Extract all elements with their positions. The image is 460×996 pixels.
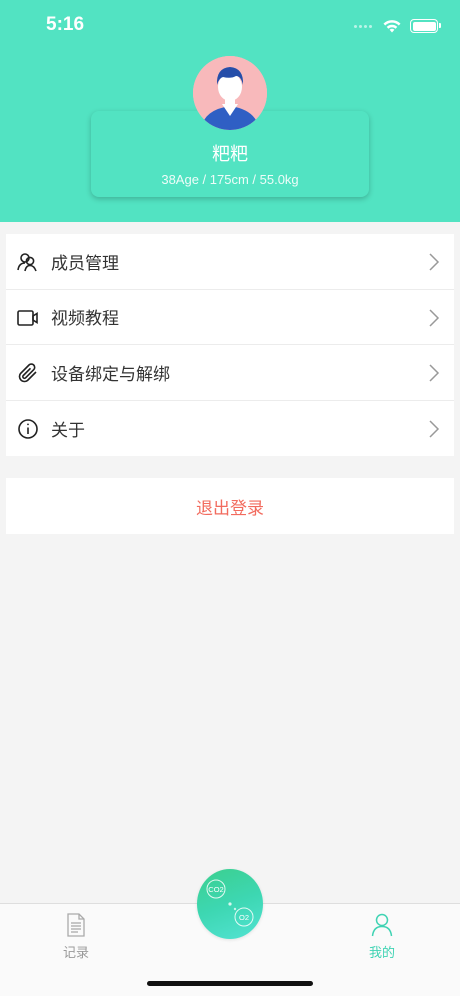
logout-button[interactable]: 退出登录 (6, 478, 454, 534)
avatar[interactable] (193, 56, 267, 130)
menu-label-video-tutorial: 视频教程 (51, 309, 119, 330)
members-icon (17, 253, 37, 272)
menu-item-about[interactable]: 关于 (6, 401, 454, 457)
document-icon (67, 913, 85, 937)
settings-menu: 成员管理 视频教程 设备绑定与解绑 关于 (6, 234, 454, 456)
chevron-right-icon (429, 308, 440, 327)
menu-item-member-management[interactable]: 成员管理 (6, 234, 454, 290)
co2-label: CO2 (208, 885, 223, 894)
profile-header: 5:16 粑粑 38Age / 175cm / 55.0kg (0, 0, 460, 222)
tab-mine-label: 我的 (368, 946, 395, 961)
tab-records[interactable]: 记录 (46, 912, 106, 961)
menu-label-about: 关于 (51, 420, 85, 441)
tab-mine[interactable]: 我的 (352, 912, 412, 961)
co2-o2-icon: CO2 O2 (206, 879, 254, 927)
profile-stats: 38Age / 175cm / 55.0kg (161, 172, 299, 187)
center-measure-button[interactable]: CO2 O2 (197, 869, 263, 939)
menu-label-device-binding: 设备绑定与解绑 (51, 364, 170, 385)
menu-item-video-tutorial[interactable]: 视频教程 (6, 290, 454, 345)
person-icon (371, 913, 393, 937)
chevron-right-icon (429, 419, 440, 438)
home-indicator (147, 981, 313, 986)
o2-label: O2 (239, 913, 249, 922)
battery-icon (410, 19, 441, 33)
menu-item-device-binding[interactable]: 设备绑定与解绑 (6, 345, 454, 401)
status-time: 5:16 (46, 14, 85, 35)
signal-icon (354, 24, 372, 28)
info-icon (18, 418, 38, 439)
chevron-right-icon (429, 364, 440, 382)
paperclip-icon (18, 363, 37, 383)
avatar-person-icon (193, 56, 267, 130)
status-bar: 5:16 (0, 0, 460, 50)
chevron-right-icon (429, 253, 440, 271)
tab-records-label: 记录 (62, 946, 89, 961)
video-icon (17, 309, 38, 326)
wifi-icon (383, 20, 401, 33)
menu-label-member-management: 成员管理 (51, 253, 119, 274)
profile-name: 粑粑 (212, 144, 248, 165)
status-indicators (354, 16, 441, 36)
